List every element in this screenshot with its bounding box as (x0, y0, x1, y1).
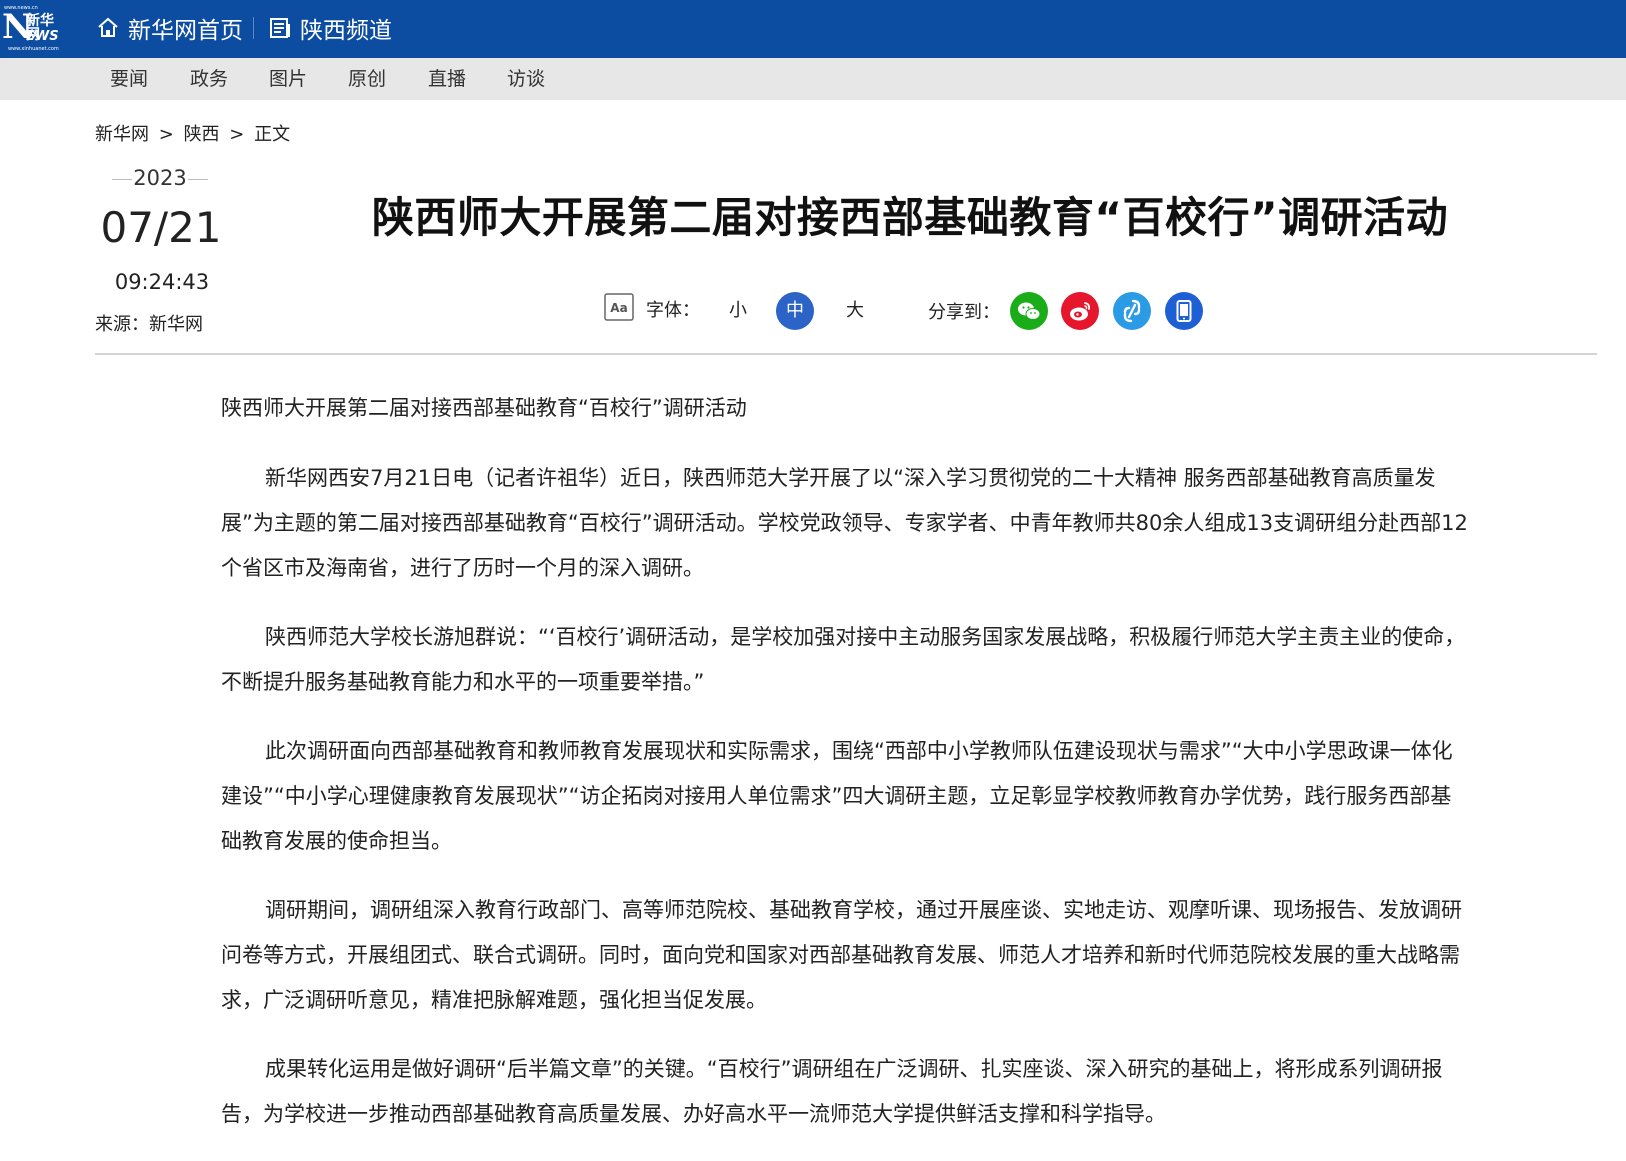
breadcrumb: 新华网 > 陕西 > 正文 (95, 120, 294, 146)
article-lead: 陕西师大开展第二届对接西部基础教育“百校行”调研活动 (221, 396, 747, 420)
share-label: 分享到： (928, 302, 1000, 323)
article-paragraph: 调研期间，调研组深入教育行政部门、高等师范院校、基础教育学校，通过开展座谈、实地… (221, 898, 1462, 1012)
font-size-icon-text: Aa (610, 301, 627, 315)
subnav-item-pictures[interactable]: 图片 (269, 58, 307, 100)
xinhua-logo[interactable]: www.news.cn N 新华网 EWS www.xinhuanet.com (2, 4, 62, 52)
article-paragraph: 此次调研面向西部基础教育和教师教育发展现状和实际需求，围绕“西部中小学教师队伍建… (221, 739, 1453, 853)
breadcrumb-xinhua[interactable]: 新华网 (95, 124, 149, 145)
publish-year: 2023 (112, 166, 208, 190)
font-medium-button[interactable]: 中 (776, 292, 814, 330)
font-small-button[interactable]: 小 (729, 296, 747, 322)
wechat-icon (1010, 292, 1048, 330)
breadcrumb-separator: > (158, 124, 174, 145)
share-wechat-button[interactable] (1010, 292, 1048, 330)
home-link-label: 新华网首页 (128, 18, 243, 44)
channel-icon (270, 18, 290, 38)
font-size-icon: Aa (604, 293, 634, 321)
top-header: www.news.cn N 新华网 EWS www.xinhuanet.com … (0, 0, 1626, 58)
subnav-item-live[interactable]: 直播 (428, 58, 466, 100)
publish-date: 07/21 (100, 203, 222, 252)
subnav-item-interview[interactable]: 访谈 (507, 58, 545, 100)
sub-navigation: 要闻 政务 图片 原创 直播 访谈 (0, 58, 1626, 100)
font-size-label: 字体： (646, 300, 700, 321)
article-paragraph: 新华网西安7月21日电（记者许祖华）近日，陕西师范大学开展了以“深入学习贯彻党的… (221, 466, 1468, 580)
breadcrumb-current: 正文 (254, 124, 291, 145)
breadcrumb-separator: > (229, 124, 245, 145)
font-large-button[interactable]: 大 (846, 296, 864, 322)
mobile-icon (1165, 292, 1203, 330)
share-weibo-button[interactable] (1061, 292, 1099, 330)
article-source: 来源：新华网 (95, 314, 203, 335)
subnav-item-news[interactable]: 要闻 (110, 58, 148, 100)
logo-bottom-text: www.xinhuanet.com (8, 46, 59, 52)
subnav-item-government[interactable]: 政务 (190, 58, 228, 100)
article-paragraph: 成果转化运用是做好调研“后半篇文章”的关键。“百校行”调研组在广泛调研、扎实座谈… (221, 1057, 1443, 1126)
header-divider (253, 17, 254, 39)
breadcrumb-shaanxi[interactable]: 陕西 (184, 124, 220, 145)
article-body: 陕西师大开展第二届对接西部基础教育“百校行”调研活动 新华网西安7月21日电（记… (221, 386, 1471, 1161)
channel-link[interactable]: 陕西频道 (268, 12, 392, 44)
home-icon (98, 17, 118, 37)
share-link-button[interactable] (1113, 292, 1151, 330)
channel-link-label: 陕西频道 (300, 18, 392, 44)
logo-ews-text: EWS (26, 29, 59, 44)
link-icon (1113, 292, 1151, 330)
home-link[interactable]: 新华网首页 (96, 12, 243, 44)
subnav-item-original[interactable]: 原创 (348, 58, 386, 100)
share-mobile-button[interactable] (1165, 292, 1203, 330)
article-title: 陕西师大开展第二届对接西部基础教育“百校行”调研活动 (371, 193, 1449, 242)
publish-time: 09:24:43 (114, 270, 210, 294)
header-separator (95, 353, 1597, 355)
article-paragraph: 陕西师范大学校长游旭群说：“‘百校行’调研活动，是学校加强对接中主动服务国家发展… (221, 625, 1466, 694)
weibo-icon (1061, 292, 1099, 330)
